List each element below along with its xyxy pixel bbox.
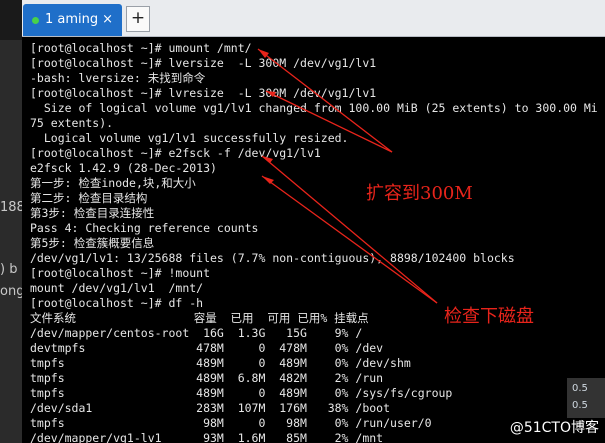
annotation-arrow xyxy=(257,48,393,153)
tray-widget: 0.5 0.5 xyxy=(567,378,605,418)
tray-value: 0.5 xyxy=(572,383,588,394)
annotation-arrow xyxy=(265,90,393,153)
watermark: @51CTO博客 xyxy=(509,420,599,436)
annotation-check-disk-label: 检查下磁盘 xyxy=(444,306,534,327)
annotation-expand-label: 扩容到300M xyxy=(366,183,473,204)
arrowhead-icon xyxy=(262,156,273,163)
arrowhead-icon xyxy=(266,91,276,97)
tray-value: 0.5 xyxy=(572,400,588,411)
annotation-arrows xyxy=(257,48,438,304)
